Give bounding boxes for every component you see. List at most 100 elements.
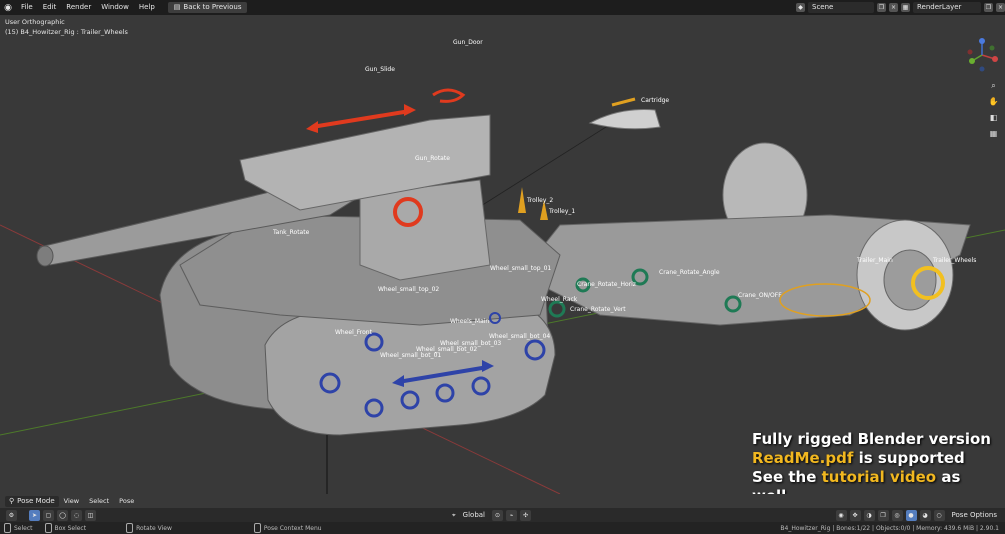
- overlay-icon[interactable]: ◑: [863, 509, 875, 521]
- gun-slide-arrow: [311, 109, 411, 129]
- select-circle-icon[interactable]: ◯: [57, 509, 68, 521]
- select-invert-icon[interactable]: ◫: [85, 509, 96, 521]
- bone-label: Wheel_small_bot_04: [489, 333, 551, 340]
- navigation-gizmo[interactable]: [962, 35, 1002, 75]
- barrel-muzzle: [36, 245, 54, 267]
- bone-label: Crane_Rotate_Angle: [659, 269, 720, 276]
- scene-field[interactable]: Scene: [808, 2, 874, 13]
- scene-copy-icon[interactable]: ❐: [877, 3, 886, 12]
- crane-vert-control: [548, 300, 566, 318]
- menu-help[interactable]: Help: [134, 0, 160, 15]
- shading-render-icon[interactable]: ○: [933, 509, 945, 521]
- status-box-select: Box Select: [41, 523, 95, 533]
- promo-line-2: ReadMe.pdf is supported: [752, 449, 1005, 468]
- view-name: User Orthographic: [5, 18, 65, 26]
- render-layer-icon[interactable]: ▦: [901, 3, 910, 12]
- tool-header: ⚙ ➤ ▢ ◯ ◌ ◫ ⌖ Global ⊙ ⌁ ✣ ◉ ✥ ◑ ❐ ◎ ● ◕…: [0, 508, 1005, 522]
- menu-window[interactable]: Window: [96, 0, 134, 15]
- render-layer-field[interactable]: RenderLayer: [913, 2, 981, 13]
- menu-select[interactable]: Select: [84, 494, 114, 508]
- bone-label: Wheel_small_top_02: [378, 286, 440, 293]
- cartridge-control: [611, 97, 636, 107]
- back-to-previous-button[interactable]: ▤ Back to Previous: [167, 2, 248, 13]
- pan-hand-icon[interactable]: ✋: [987, 95, 1000, 108]
- viewport-nav-tools: ⌕ ✋ ◧ ▦: [987, 79, 1000, 140]
- bone-label: Trailer_Wheels: [933, 257, 977, 264]
- mode-selector[interactable]: ⚲ Pose Mode: [5, 495, 59, 507]
- back-to-previous-label: Back to Previous: [183, 3, 242, 11]
- bone-label: Cartridge: [641, 97, 670, 104]
- tool-settings-icon[interactable]: ⚙: [6, 509, 17, 521]
- grid-view-icon[interactable]: ▦: [987, 127, 1000, 140]
- status-bar: Select Box Select Rotate View Pose Conte…: [0, 522, 1005, 534]
- menu-file[interactable]: File: [16, 0, 38, 15]
- snap-icon[interactable]: ⌁: [506, 509, 518, 521]
- bone-label: Tank_Rotate: [273, 229, 310, 236]
- promo-line-1: Fully rigged Blender version: [752, 430, 991, 448]
- orientation-label: Global: [462, 510, 486, 519]
- bone-label: Gun_Rotate: [415, 155, 450, 162]
- menu-pose[interactable]: Pose: [114, 494, 139, 508]
- orientation-selector[interactable]: Global: [458, 509, 490, 521]
- promo-line-3-a: See the: [752, 468, 822, 486]
- mouse-right-icon: [253, 523, 261, 533]
- render-layer-close-icon[interactable]: ×: [996, 3, 1005, 12]
- pivot-icon[interactable]: ⊙: [492, 509, 504, 521]
- shading-solid-icon[interactable]: ●: [905, 509, 917, 521]
- select-tool-icon[interactable]: ➤: [29, 509, 40, 521]
- bone-label: Trolley_1: [549, 208, 576, 215]
- scene-selectors: ◆ Scene ❐ × ▦ RenderLayer ❐ ×: [796, 0, 1005, 15]
- blender-logo-icon[interactable]: ◉: [0, 0, 16, 15]
- camera-icon[interactable]: ◧: [987, 111, 1000, 124]
- bone-label: Trailer_Main: [857, 257, 893, 264]
- scene-close-icon[interactable]: ×: [889, 3, 898, 12]
- bone-label: Trolley_2: [527, 197, 554, 204]
- menu-render[interactable]: Render: [61, 0, 96, 15]
- proportional-icon[interactable]: ✣: [520, 509, 532, 521]
- viewport-header: ⚲ Pose Mode View Select Pose: [0, 494, 1005, 508]
- trolley-2-control: [518, 187, 526, 213]
- xray-icon[interactable]: ❐: [877, 509, 889, 521]
- render-layer-copy-icon[interactable]: ❐: [984, 3, 993, 12]
- gun-door-control: [432, 88, 466, 103]
- scene-icon[interactable]: ◆: [796, 3, 805, 12]
- promo-text: Fully rigged Blender version ReadMe.pdf …: [752, 430, 1005, 494]
- status-select: Select: [0, 523, 41, 533]
- scene-statistics: B4_Howitzer_Rig | Bones:1/22 | Objects:0…: [780, 524, 999, 532]
- orientation-icon: ⌖: [452, 510, 456, 519]
- bone-label: Crane_Rotate_Horiz: [577, 281, 636, 288]
- status-select-label: Select: [14, 524, 33, 532]
- menu-view[interactable]: View: [59, 494, 84, 508]
- render-layer-name: RenderLayer: [917, 3, 962, 11]
- status-rotate-view-label: Rotate View: [136, 524, 172, 532]
- scene-render: [0, 88, 1005, 494]
- 3d-viewport[interactable]: User Orthographic (15) B4_Howitzer_Rig :…: [0, 15, 1005, 494]
- back-icon: ▤: [173, 3, 181, 11]
- shading-wire-icon[interactable]: ◎: [891, 509, 903, 521]
- bone-label: Wheel_small_bot_01: [380, 352, 442, 359]
- select-box-icon[interactable]: ▢: [43, 509, 54, 521]
- active-object-info: (15) B4_Howitzer_Rig : Trailer_Wheels: [5, 28, 128, 36]
- zoom-icon[interactable]: ⌕: [987, 79, 1000, 92]
- select-lasso-icon[interactable]: ◌: [71, 509, 82, 521]
- promo-line-3: See the tutorial video as well.: [752, 468, 1005, 494]
- visibility-icon[interactable]: ◉: [835, 509, 847, 521]
- bone-label: Gun_Slide: [365, 66, 395, 73]
- bone-label: Wheel_Front: [335, 329, 372, 336]
- mode-label: Pose Mode: [17, 496, 55, 505]
- bone-label: Wheel_small_top_01: [490, 265, 552, 272]
- top-menu-bar: ◉ File Edit Render Window Help ▤ Back to…: [0, 0, 1005, 15]
- mouse-left-drag-icon: [44, 523, 52, 533]
- gizmo-toggle-icon[interactable]: ✥: [849, 509, 861, 521]
- bone-label: Wheels_Main: [450, 318, 490, 325]
- status-context-menu: Pose Context Menu: [250, 523, 330, 533]
- pose-options-dropdown[interactable]: Pose Options: [947, 509, 1001, 521]
- shading-material-icon[interactable]: ◕: [919, 509, 931, 521]
- status-box-select-label: Box Select: [54, 524, 87, 532]
- bone-label: Wheel_Rack: [541, 296, 578, 303]
- shading-controls: ◉ ✥ ◑ ❐ ◎ ● ◕ ○ Pose Options: [835, 509, 1001, 521]
- tutorial-highlight: tutorial video: [821, 468, 937, 486]
- pose-mode-icon: ⚲: [9, 496, 15, 505]
- status-rotate-view: Rotate View: [122, 523, 180, 533]
- menu-edit[interactable]: Edit: [38, 0, 62, 15]
